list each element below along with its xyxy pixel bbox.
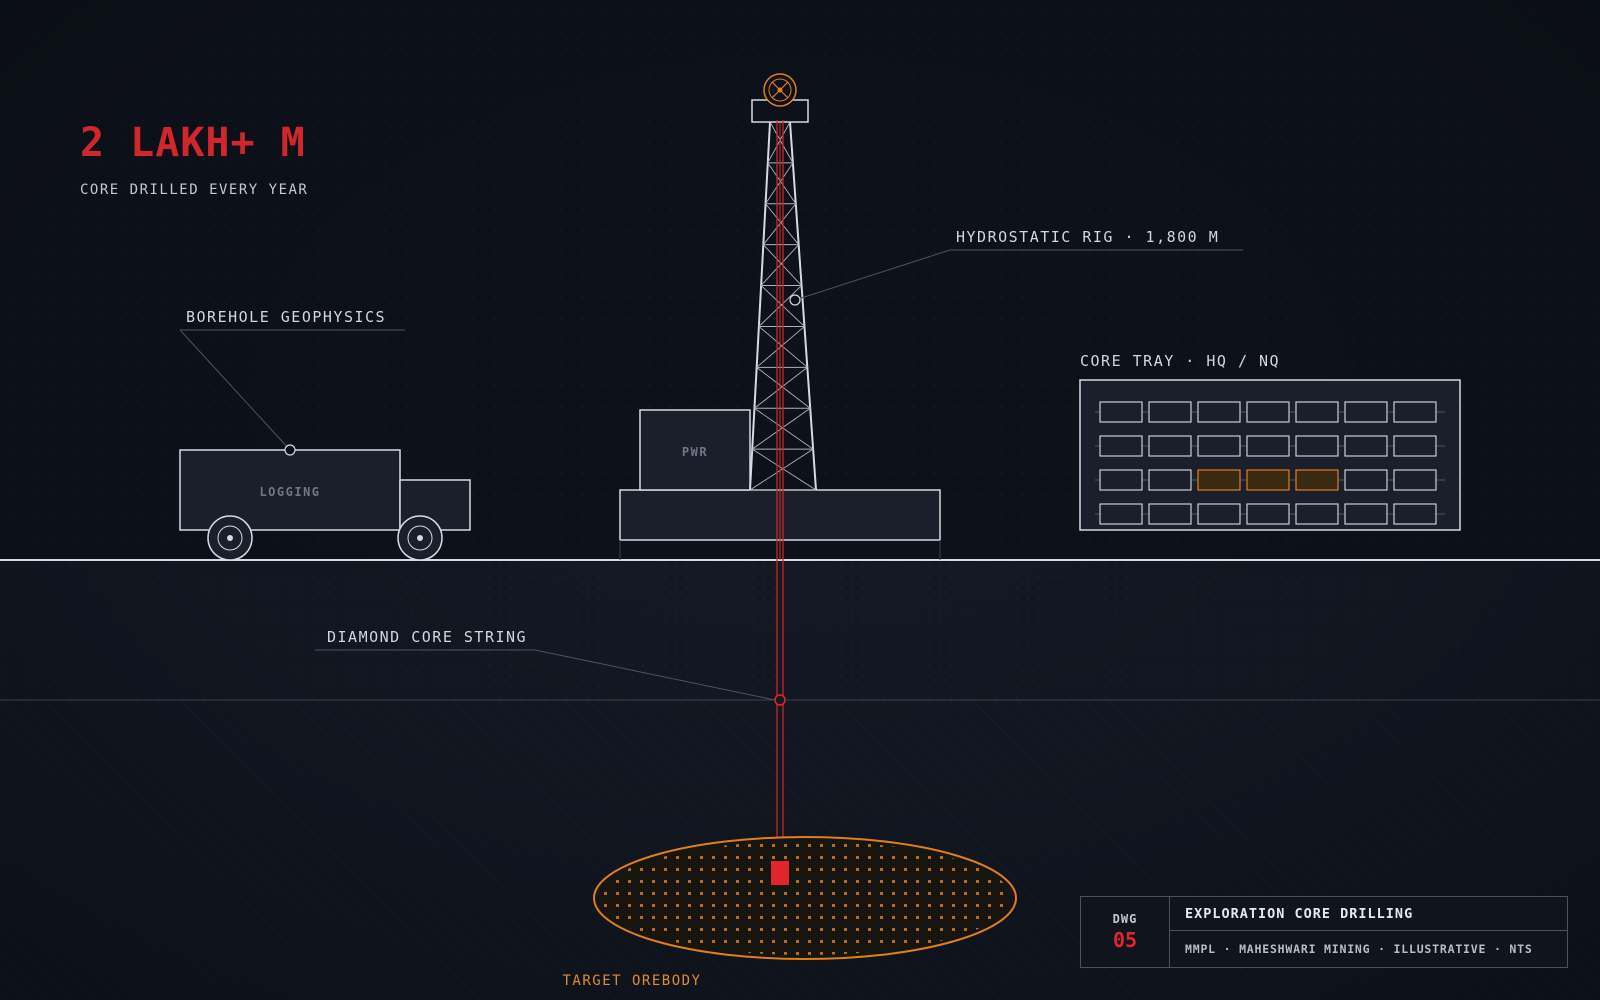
- truck-wheel-icon: [207, 515, 253, 561]
- core-sample: [1344, 469, 1388, 491]
- core-sample: [1344, 435, 1388, 457]
- core-sample: [1344, 401, 1388, 423]
- core-sample: [1099, 503, 1143, 525]
- core-sample: [1246, 503, 1290, 525]
- core-sample: [1295, 401, 1339, 423]
- headline-stat: 2 LAKH+ M: [80, 120, 306, 166]
- dwg-label: DWG: [1112, 912, 1138, 926]
- drawing-title: EXPLORATION CORE DRILLING: [1170, 897, 1567, 931]
- core-tray-label: CORE TRAY · HQ / NQ: [1080, 352, 1280, 370]
- core-sample: [1197, 435, 1241, 457]
- core-sample: [1393, 401, 1437, 423]
- core-sample: [1295, 503, 1339, 525]
- truck-wheel-icon: [397, 515, 443, 561]
- dwg-number: 05: [1112, 928, 1138, 952]
- core-sample-highlighted: [1295, 469, 1339, 491]
- drawing-info-cell: EXPLORATION CORE DRILLING MMPL · MAHESHW…: [1170, 897, 1567, 967]
- core-sample: [1197, 503, 1241, 525]
- pwr-label: PWR: [682, 445, 708, 459]
- core-sample: [1099, 401, 1143, 423]
- core-sample: [1197, 401, 1241, 423]
- core-sample: [1148, 435, 1192, 457]
- core-sample: [1246, 401, 1290, 423]
- crown-wheel-icon: [763, 73, 797, 107]
- headline-caption: CORE DRILLED EVERY YEAR: [80, 182, 309, 198]
- core-sample: [1099, 435, 1143, 457]
- core-sample: [1295, 435, 1339, 457]
- drawing-number-cell: DWG 05: [1081, 897, 1170, 967]
- core-sample: [1148, 469, 1192, 491]
- core-sample: [1393, 435, 1437, 457]
- drawing-meta: MMPL · MAHESHWARI MINING · ILLUSTRATIVE …: [1185, 942, 1533, 956]
- core-sample: [1393, 469, 1437, 491]
- core-sample: [1246, 435, 1290, 457]
- drawing-title-block: DWG 05 EXPLORATION CORE DRILLING MMPL · …: [1080, 896, 1568, 968]
- drill-bit: [771, 861, 789, 885]
- core-string-label: DIAMOND CORE STRING: [327, 628, 527, 646]
- core-sample: [1099, 469, 1143, 491]
- core-sample: [1393, 503, 1437, 525]
- core-sample: [1148, 401, 1192, 423]
- core-sample: [1344, 503, 1388, 525]
- core-sample-highlighted: [1246, 469, 1290, 491]
- orebody-dots: [599, 841, 1011, 955]
- orebody-label: TARGET OREBODY: [562, 973, 701, 989]
- core-sample: [1148, 503, 1192, 525]
- logging-label: LOGGING: [259, 485, 320, 499]
- rig-label: HYDROSTATIC RIG · 1,800 M: [956, 228, 1219, 246]
- borehole-geophysics-label: BOREHOLE GEOPHYSICS: [186, 308, 386, 326]
- core-sample-highlighted: [1197, 469, 1241, 491]
